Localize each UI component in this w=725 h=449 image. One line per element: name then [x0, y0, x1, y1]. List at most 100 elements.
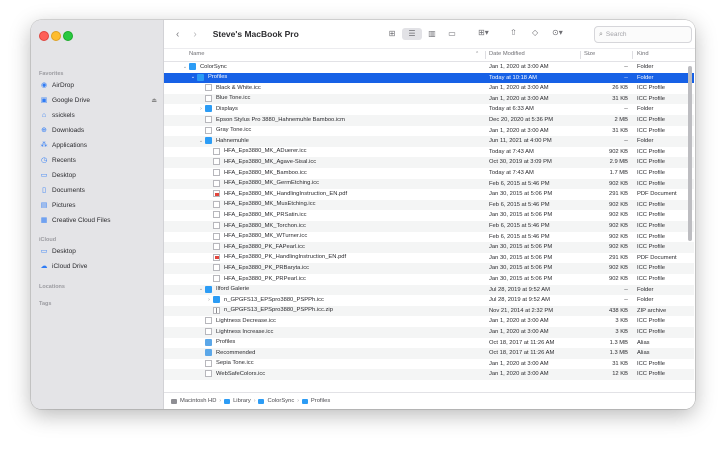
- sidebar-item-pictures[interactable]: ▤ Pictures: [39, 199, 157, 211]
- table-row[interactable]: HFA_Eps3880_MK_GermEtching.icc Feb 6, 201…: [164, 178, 694, 190]
- sidebar-item-google-drive[interactable]: ▣ Google Drive ⏏: [39, 94, 157, 106]
- sidebar-item-downloads[interactable]: ⊕ Downloads: [39, 124, 157, 136]
- table-row[interactable]: HFA_Eps3880_MK_HandlingInstruction_EN.pd…: [164, 189, 694, 200]
- close-button[interactable]: [39, 31, 49, 41]
- file-icon: [205, 116, 212, 123]
- table-row[interactable]: HFA_Eps3880_MK_Bamboo.icc Today at 7:43 A…: [164, 168, 694, 179]
- table-row[interactable]: HFA_Eps3880_MK_WTurner.icc Feb 6, 2015 at…: [164, 232, 694, 243]
- table-row[interactable]: n_GPGFS13_EPSpro3880_PSPPh.icc.zip Nov 21…: [164, 305, 694, 317]
- row-name: Recommended: [198, 349, 255, 357]
- disclosure-chevron-icon[interactable]: ⌄: [190, 74, 196, 80]
- share-icon[interactable]: ⇧: [510, 28, 517, 37]
- table-row[interactable]: › Displays Today at 6:33 AM -- Folder: [164, 104, 694, 115]
- file-icon: [205, 94, 212, 102]
- zoom-button[interactable]: [63, 31, 73, 41]
- table-row[interactable]: HFA_Eps3880_MK_MusEtching.icc Feb 6, 2015…: [164, 199, 694, 211]
- table-row[interactable]: Blue Tone.icc Jan 1, 2020 at 3:00 AM 31 KB…: [164, 93, 694, 105]
- table-row[interactable]: Epson Stylus Pro 3880_Hahnemuhle Bamboo.…: [164, 115, 694, 126]
- path-item-macintosh-hd[interactable]: Macintosh HD: [171, 398, 216, 404]
- sidebar-item-label: AirDrop: [52, 81, 75, 89]
- list-view-icon[interactable]: ☰: [402, 28, 422, 40]
- minimize-button[interactable]: [51, 31, 61, 41]
- table-row[interactable]: › n_GPGFS13_EPSpro3880_PSPPh.icc Jul 28, 2…: [164, 295, 694, 306]
- table-row[interactable]: Profiles Oct 18, 2017 at 11:26 AM 1.3 MB Al…: [164, 338, 694, 349]
- sidebar-item-airdrop[interactable]: ◉ AirDrop: [39, 79, 157, 91]
- table-row[interactable]: ⌄ Profiles Today at 10:18 AM -- Folder: [164, 72, 694, 84]
- disclosure-chevron-icon[interactable]: ›: [206, 297, 212, 303]
- sidebar-item-desktop[interactable]: ▭ Desktop: [39, 169, 157, 181]
- column-kind[interactable]: Kind: [637, 51, 649, 57]
- tag-icon[interactable]: ◇: [532, 28, 538, 37]
- row-name: n_GPGFS13_EPSpro3880_PSPPh.icc.zip: [206, 306, 333, 314]
- sidebar-item-icloud-drive[interactable]: ☁ iCloud Drive: [39, 260, 157, 272]
- disclosure-chevron-icon[interactable]: ⌄: [198, 286, 204, 292]
- back-button[interactable]: ‹: [176, 29, 179, 40]
- table-row[interactable]: HFA_Eps3880_MK_Torchon.icc Feb 6, 2015 at…: [164, 221, 694, 232]
- table-row[interactable]: Sepia Tone.icc Jan 1, 2020 at 3:00 AM 31 K…: [164, 359, 694, 370]
- row-name: › Displays: [198, 105, 238, 113]
- sidebar-section-icloud: iCloud: [39, 237, 57, 243]
- group-by-icon[interactable]: ⊞▾: [478, 28, 489, 37]
- forward-button[interactable]: ›: [193, 29, 196, 40]
- disclosure-chevron-icon[interactable]: ›: [198, 106, 204, 112]
- row-size: 2.9 MB: [609, 159, 628, 166]
- row-kind: Folder: [637, 138, 654, 145]
- file-icon: [213, 147, 220, 155]
- row-size: --: [624, 138, 628, 145]
- file-name: HFA_Eps3880_MK_Torchon.icc: [224, 222, 306, 229]
- table-row[interactable]: ⌄ Ilford Galerie Jul 28, 2019 at 9:52 AM --…: [164, 284, 694, 296]
- table-row[interactable]: ⌄ ColorSync Jan 1, 2020 at 3:00 AM -- Folder: [164, 62, 694, 73]
- column-size[interactable]: Size: [584, 51, 595, 57]
- sidebar-item-documents[interactable]: ▯ Documents: [39, 184, 157, 196]
- eject-icon[interactable]: ⏏: [151, 97, 157, 104]
- row-date: Jul 28, 2019 at 9:52 AM: [489, 286, 550, 293]
- row-kind: ICC Profile: [637, 233, 666, 240]
- search-input[interactable]: [602, 31, 676, 38]
- table-row[interactable]: ⌄ Hahnemuhle Jun 11, 2021 at 4:00 PM -- Fold…: [164, 136, 694, 147]
- table-row[interactable]: HFA_Eps3880_PK_FAPearl.icc Jan 30, 2015 a…: [164, 242, 694, 253]
- row-date: Today at 7:43 AM: [489, 148, 534, 155]
- gallery-view-icon[interactable]: ▭: [442, 28, 462, 40]
- sidebar-item-ssickels[interactable]: ⌂ ssickels: [39, 109, 157, 121]
- sidebar-item-label: Desktop: [52, 171, 76, 179]
- table-row[interactable]: WebSafeColors.icc Jan 1, 2020 at 3:00 AM 1…: [164, 369, 694, 380]
- path-item-colorsync[interactable]: ColorSync: [258, 398, 294, 404]
- vertical-scrollbar[interactable]: [688, 66, 692, 241]
- path-separator-icon: ›: [253, 398, 256, 404]
- table-row[interactable]: HFA_Eps3880_PK_PRBaryta.icc Jan 30, 2015 …: [164, 263, 694, 274]
- file-icon: [205, 359, 212, 367]
- disclosure-chevron-icon[interactable]: ⌄: [182, 64, 188, 70]
- table-row[interactable]: Lightness Decrease.icc Jan 1, 2020 at 3:0…: [164, 316, 694, 327]
- icon-view-icon[interactable]: ⊞: [382, 28, 402, 40]
- table-row[interactable]: Black & White.icc Jan 1, 2020 at 3:00 AM 2…: [164, 83, 694, 94]
- table-row[interactable]: Gray Tone.icc Jan 1, 2020 at 3:00 AM 31 KB…: [164, 126, 694, 137]
- table-row[interactable]: HFA_Eps3880_MK_PRSatin.icc Jan 30, 2015 a…: [164, 210, 694, 221]
- row-name: HFA_Eps3880_MK_PRSatin.icc: [206, 211, 307, 219]
- sidebar-item-recents[interactable]: ◷ Recents: [39, 154, 157, 166]
- sidebar-item-applications[interactable]: ⁂ Applications: [39, 139, 157, 151]
- sidebar-section-tags[interactable]: Tags: [39, 301, 51, 307]
- column-date-modified[interactable]: Date Modified: [489, 51, 525, 57]
- sidebar-item-icloud-desktop[interactable]: ▭ Desktop: [39, 245, 157, 257]
- path-item-profiles[interactable]: Profiles: [301, 398, 330, 404]
- row-name: Lightness Decrease.icc: [198, 317, 276, 325]
- column-name[interactable]: Name: [189, 51, 204, 57]
- file-icon: [213, 179, 220, 187]
- search-field[interactable]: ⌕: [594, 26, 692, 43]
- table-row[interactable]: HFA_Eps3880_MK_Agave-Sisal.icc Oct 30, 20…: [164, 157, 694, 168]
- table-row[interactable]: Recommended Oct 18, 2017 at 11:26 AM 1.3 M…: [164, 348, 694, 359]
- column-view-icon[interactable]: ▥: [422, 28, 442, 40]
- more-actions-icon[interactable]: ⊙▾: [552, 28, 563, 37]
- disclosure-chevron-icon[interactable]: ⌄: [198, 138, 204, 144]
- table-row[interactable]: HFA_Eps3880_PK_HandlingInstruction_EN.pd…: [164, 253, 694, 264]
- toolbar: ‹ › Steve's MacBook Pro ⊞ ☰ ▥ ▭ ⊞▾ ⇧ ◇ ⊙…: [164, 20, 695, 48]
- path-item-library[interactable]: Library: [224, 398, 251, 404]
- table-row[interactable]: HFA_Eps3880_PK_PRPearl.icc Jan 30, 2015 a…: [164, 274, 694, 285]
- row-date: Jan 30, 2015 at 5:06 PM: [489, 212, 553, 219]
- table-row[interactable]: Lightness Increase.icc Jan 1, 2020 at 3:0…: [164, 327, 694, 338]
- sidebar-section-locations[interactable]: Locations: [39, 284, 65, 290]
- row-name: Lightness Increase.icc: [198, 328, 273, 335]
- sidebar-item-creative-cloud[interactable]: ▦ Creative Cloud Files: [39, 214, 157, 226]
- table-row[interactable]: HFA_Eps3880_MK_ADuerer.icc Today at 7:43 …: [164, 147, 694, 158]
- file-name: HFA_Eps3880_MK_PRSatin.icc: [224, 211, 307, 218]
